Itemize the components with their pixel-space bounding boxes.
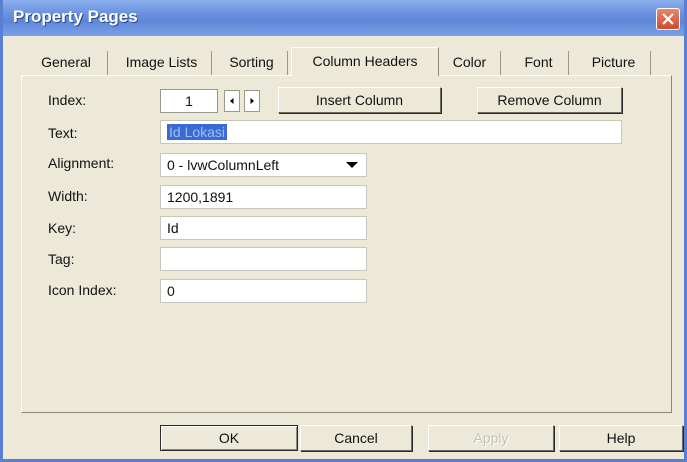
tab-color[interactable]: Color	[439, 51, 501, 75]
tab-font[interactable]: Font	[509, 51, 569, 75]
tab-picture[interactable]: Picture	[577, 51, 651, 75]
index-prev-button[interactable]	[224, 90, 240, 112]
close-icon	[662, 13, 674, 25]
alignment-select[interactable]: 0 - lvwColumnLeft	[160, 153, 367, 177]
text-label: Text:	[48, 125, 78, 141]
arrow-right-icon	[250, 98, 254, 104]
icon-index-label: Icon Index:	[48, 282, 117, 298]
tab-sorting[interactable]: Sorting	[216, 51, 288, 75]
width-field[interactable]: 1200,1891	[160, 185, 367, 209]
key-field[interactable]: Id	[160, 216, 367, 240]
insert-column-button[interactable]: Insert Column	[278, 87, 441, 113]
ok-button[interactable]: OK	[160, 425, 298, 451]
help-button[interactable]: Help	[559, 425, 683, 451]
close-button[interactable]	[656, 8, 680, 30]
key-label: Key:	[48, 220, 77, 236]
index-label: Index:	[48, 92, 87, 108]
tab-image-lists[interactable]: Image Lists	[112, 51, 212, 75]
text-field[interactable]: Id Lokasi	[160, 120, 622, 144]
tab-general[interactable]: General	[25, 51, 108, 75]
text-field-value: Id Lokasi	[167, 124, 228, 140]
tag-label: Tag:	[48, 251, 75, 267]
property-pages-window: Property Pages General Image Lists Sorti…	[0, 0, 687, 462]
alignment-label: Alignment:	[48, 155, 115, 171]
tag-field[interactable]	[160, 247, 367, 271]
tab-column-headers[interactable]: Column Headers	[291, 47, 439, 76]
remove-column-button[interactable]: Remove Column	[477, 87, 622, 113]
index-next-button[interactable]	[244, 90, 260, 112]
window-title: Property Pages	[13, 7, 138, 26]
width-label: Width:	[48, 188, 88, 204]
cancel-button[interactable]: Cancel	[300, 425, 412, 451]
title-bar[interactable]: Property Pages	[3, 0, 684, 36]
apply-button[interactable]: Apply	[428, 425, 554, 451]
index-field[interactable]: 1	[160, 89, 218, 113]
arrow-left-icon	[230, 98, 234, 104]
icon-index-field[interactable]: 0	[160, 279, 367, 303]
alignment-dropdown-button[interactable]	[340, 155, 364, 175]
chevron-down-icon	[346, 162, 358, 168]
